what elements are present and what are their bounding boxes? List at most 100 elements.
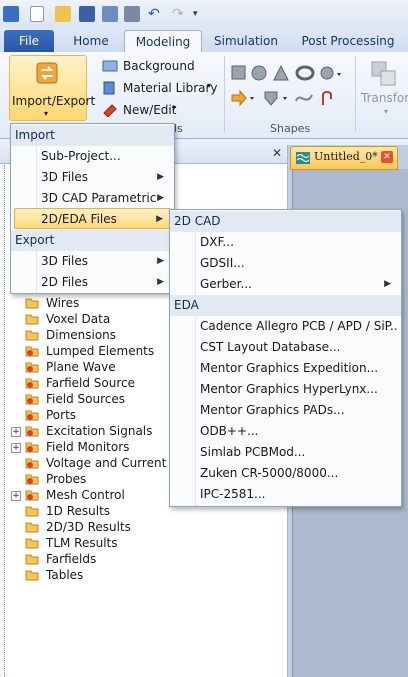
tree-item-tlm-results[interactable]: TLM Results: [0, 535, 280, 551]
expand-icon[interactable]: +: [11, 491, 21, 501]
gear-folder-icon: [25, 362, 39, 373]
folder-icon: [25, 298, 39, 309]
menu-item-label: GDSII...: [200, 256, 245, 270]
2d-cad-section-header: 2D CAD: [170, 211, 401, 232]
close-icon[interactable]: ✕: [381, 151, 393, 163]
gear-folder-icon: [25, 346, 39, 357]
tree-item-label: Plane Wave: [46, 360, 116, 374]
menu-item-label: Cadence Allegro PCB / APD / SiP...: [200, 319, 398, 333]
tab-simulation[interactable]: Simulation: [206, 30, 286, 52]
tree-item-2d-3d-results[interactable]: 2D/3D Results: [0, 519, 280, 535]
new-edit-material-icon: [103, 104, 117, 117]
tree-item-label: Probes: [46, 472, 87, 486]
import-section-header: Import: [11, 125, 174, 146]
menu-item-odb[interactable]: ODB++...: [196, 421, 398, 442]
menu-item-export-3d-files[interactable]: 3D Files ▶: [37, 251, 171, 272]
folder-icon: [25, 522, 39, 533]
menu-item-label: Mentor Graphics PADs...: [200, 403, 345, 417]
group-separator: [224, 56, 225, 132]
chevron-right-icon: ▶: [157, 193, 164, 203]
ribbon-tabs: File Home Modeling Simulation Post Proce…: [0, 28, 408, 53]
menu-item-cadence-allegro[interactable]: Cadence Allegro PCB / APD / SiP...: [196, 316, 398, 337]
menu-item-label: 2D Files: [41, 275, 89, 289]
undo-icon[interactable]: ↶: [148, 6, 164, 22]
chevron-down-icon: ▾: [207, 81, 212, 90]
shapes-row-1: [231, 64, 341, 81]
gear-folder-icon: [25, 442, 39, 453]
chevron-down-icon: ▾: [384, 107, 389, 116]
menu-item-2d-eda-files[interactable]: 2D/EDA Files ▶: [14, 208, 171, 229]
tab-modeling[interactable]: Modeling: [124, 30, 202, 53]
export-section-header: Export: [11, 230, 174, 251]
background-icon: [102, 60, 118, 72]
new-edit-button[interactable]: New/Edit: [123, 103, 176, 117]
tab-file[interactable]: File: [4, 30, 54, 52]
close-icon[interactable]: ✕: [272, 146, 282, 160]
tree-item-tables[interactable]: Tables: [0, 567, 280, 583]
gear-folder-icon: [25, 426, 39, 437]
gear-folder-icon: [25, 378, 39, 389]
print-icon[interactable]: [124, 6, 140, 22]
eda-section-header: EDA: [170, 295, 401, 316]
background-button[interactable]: Background: [123, 59, 195, 73]
expand-icon[interactable]: +: [11, 443, 21, 453]
menu-item-label: IPC-2581...: [200, 487, 266, 501]
shapes-row-2: [231, 89, 332, 107]
new-file-icon[interactable]: [30, 6, 44, 22]
tree-item-label: Field Sources: [46, 392, 125, 406]
expand-icon[interactable]: +: [11, 427, 21, 437]
import-export-button[interactable]: Import/Export ▾: [9, 55, 95, 121]
tree-item-label: 2D/3D Results: [46, 520, 131, 534]
copy-icon[interactable]: [102, 6, 118, 22]
menu-item-label: Simlab PCBMod...: [200, 445, 306, 459]
menu-item-3d-cad-parametric[interactable]: 3D CAD Parametric ▶: [37, 188, 171, 209]
redo-icon[interactable]: ↷: [172, 6, 188, 22]
import-export-label: Import/Export: [12, 94, 96, 108]
menu-item-cst-layout-database[interactable]: CST Layout Database...: [196, 337, 398, 358]
shapes-group-label: Shapes: [270, 122, 311, 135]
tree-item-farfields[interactable]: Farfields: [0, 551, 280, 567]
document-tab-title: Untitled_0*: [314, 150, 378, 163]
menu-item-label: Sub-Project...: [41, 149, 121, 163]
materials-group-label: ls: [174, 122, 183, 135]
save-icon[interactable]: [79, 6, 95, 22]
transform-button[interactable]: Transform: [361, 91, 408, 105]
tree-item-label: Dimensions: [46, 328, 117, 342]
tree-item-label: Voxel Data: [46, 312, 111, 326]
group-separator: [355, 56, 356, 132]
tree-item-label: Field Monitors: [46, 440, 130, 454]
tab-post-processing[interactable]: Post Processing: [296, 30, 400, 52]
document-wave-icon: [296, 152, 310, 164]
document-tab[interactable]: Untitled_0* ✕: [290, 146, 398, 170]
menu-item-mentor-expedition[interactable]: Mentor Graphics Expedition...: [196, 358, 398, 379]
app-icon[interactable]: [3, 6, 19, 22]
open-folder-icon[interactable]: [55, 6, 71, 22]
menu-item-gerber[interactable]: Gerber... ▶: [196, 274, 398, 295]
tree-item-label: Farfields: [46, 552, 97, 566]
menu-item-mentor-hyperlynx[interactable]: Mentor Graphics HyperLynx...: [196, 379, 398, 400]
gear-folder-icon: [25, 394, 39, 405]
tab-home[interactable]: Home: [62, 30, 120, 52]
menu-item-ipc-2581[interactable]: IPC-2581...: [196, 484, 398, 505]
menu-item-export-2d-files[interactable]: 2D Files ▶: [37, 272, 171, 293]
import-export-menu: Import Sub-Project... 3D Files ▶ 3D CAD …: [10, 123, 175, 294]
chevron-right-icon: ▶: [156, 214, 163, 224]
menu-item-sub-project[interactable]: Sub-Project...: [37, 146, 171, 167]
tree-item-label: Wires: [46, 296, 80, 310]
menu-item-dxf[interactable]: DXF...: [196, 232, 398, 253]
tree-item-label: Voltage and Current M: [46, 456, 181, 470]
menu-item-mentor-pads[interactable]: Mentor Graphics PADs...: [196, 400, 398, 421]
menu-item-label: ODB++...: [200, 424, 259, 438]
folder-icon: [25, 554, 39, 565]
menu-item-gdsii[interactable]: GDSII...: [196, 253, 398, 274]
folder-icon: [25, 314, 39, 325]
menu-item-label: Zuken CR-5000/8000...: [200, 466, 339, 480]
tree-item-label: Mesh Control: [46, 488, 125, 502]
customize-toolbar-icon[interactable]: ▾: [193, 6, 209, 22]
menu-item-zuken-cr[interactable]: Zuken CR-5000/8000...: [196, 463, 398, 484]
material-library-button[interactable]: Material Library: [123, 81, 218, 95]
tree-item-label: Tables: [46, 568, 84, 582]
menu-item-label: Mentor Graphics HyperLynx...: [200, 382, 378, 396]
menu-item-simlab-pcbmod[interactable]: Simlab PCBMod...: [196, 442, 398, 463]
menu-item-import-3d-files[interactable]: 3D Files ▶: [37, 167, 171, 188]
